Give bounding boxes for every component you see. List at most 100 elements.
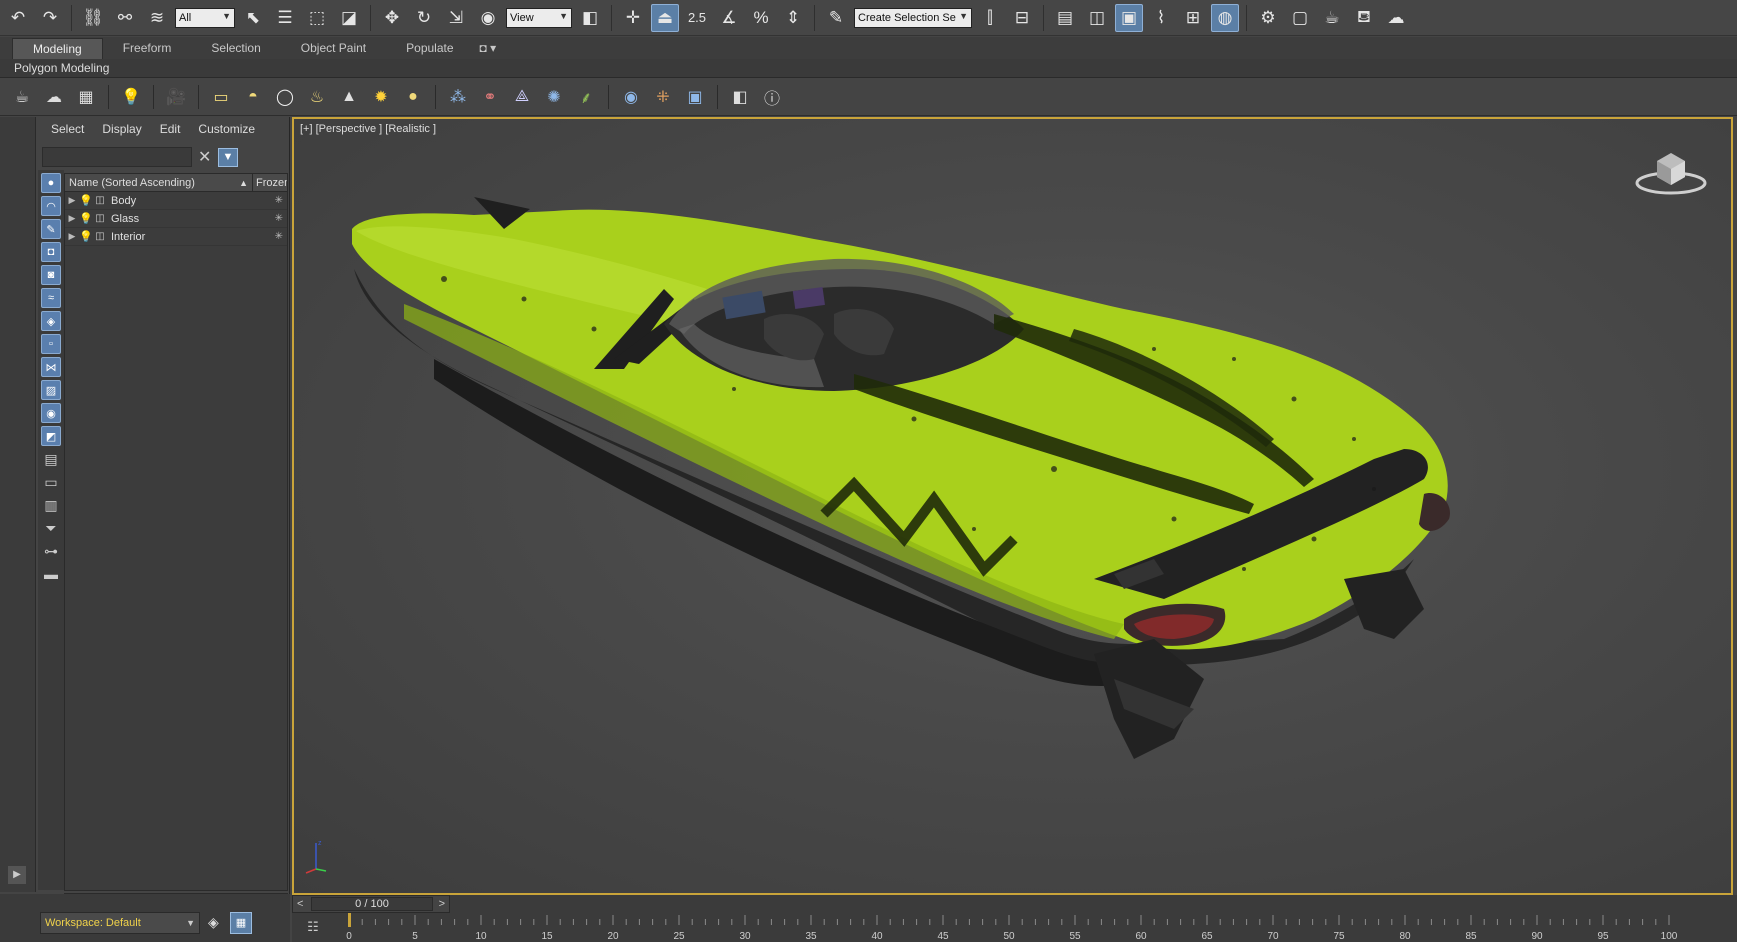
light-bulb-icon[interactable]: 💡 xyxy=(79,194,93,207)
frame-counter[interactable]: 0 / 100 xyxy=(311,897,433,911)
link-icon[interactable]: ⛓ xyxy=(79,4,107,32)
fluids-icon[interactable]: ✺ xyxy=(540,83,568,111)
tab-freeform[interactable]: Freeform xyxy=(103,38,192,58)
window-crossing-icon[interactable]: ◪ xyxy=(335,4,363,32)
material-map-icon[interactable]: ⁜ xyxy=(649,83,677,111)
schematic-view-icon[interactable]: ⊞ xyxy=(1179,4,1207,32)
display-helpers-icon[interactable]: ◙ xyxy=(41,265,61,285)
frozen-column-header[interactable]: Frozen xyxy=(253,174,287,191)
display-frozen-icon[interactable]: ◉ xyxy=(41,403,61,423)
unlink-icon[interactable]: ⚯ xyxy=(111,4,139,32)
perspective-viewport[interactable]: [+] [Perspective ] [Realistic ] z xyxy=(292,117,1733,895)
ribbon-options-icon[interactable]: ◘ ▾ xyxy=(474,38,503,58)
freeze-icon[interactable]: ✳ xyxy=(253,231,287,242)
light-icon[interactable]: 💡 xyxy=(117,83,145,111)
render-setup-icon[interactable]: ⚙ xyxy=(1254,4,1282,32)
clear-search-icon[interactable]: ✕ xyxy=(198,147,211,167)
sun-icon[interactable]: ✹ xyxy=(367,83,395,111)
time-slider[interactable]: < 0 / 100 > xyxy=(292,895,450,913)
display-lights-icon[interactable]: ✎ xyxy=(41,219,61,239)
freeze-icon[interactable]: ✳ xyxy=(253,195,287,206)
hair-icon[interactable]: ⸙ xyxy=(572,83,600,111)
display-cameras-icon[interactable]: ◘ xyxy=(41,242,61,262)
edit-named-selection-icon[interactable]: ✎ xyxy=(822,4,850,32)
particles-icon[interactable]: ⁂ xyxy=(444,83,472,111)
workspace-dropdown[interactable]: Workspace: Default ▼ xyxy=(40,912,200,934)
angle-snap-icon[interactable]: ∡ xyxy=(715,4,743,32)
display-containers-icon[interactable]: ▨ xyxy=(41,380,61,400)
expand-arrow-icon[interactable]: ▶ xyxy=(8,866,26,884)
filter-funnel-icon[interactable]: ⏷ xyxy=(41,518,61,538)
render-cloud-icon[interactable]: ☁ xyxy=(1382,4,1410,32)
keyboard-shortcut-override-icon[interactable]: ⏏ xyxy=(651,3,679,32)
display-bones-icon[interactable]: ⋈ xyxy=(41,357,61,377)
rotate-icon[interactable]: ↻ xyxy=(410,4,438,32)
menu-display[interactable]: Display xyxy=(93,118,150,140)
tab-populate[interactable]: Populate xyxy=(386,38,473,58)
display-xrefs-icon[interactable]: ▫ xyxy=(41,334,61,354)
prev-frame-icon[interactable]: < xyxy=(297,898,303,910)
curve-editor-icon[interactable]: ⌇ xyxy=(1147,4,1175,32)
cone-icon[interactable]: ▲ xyxy=(335,83,363,111)
expand-icon[interactable]: ▶ xyxy=(65,213,79,224)
hemisphere-icon[interactable]: ◓ xyxy=(239,83,267,111)
undo-icon[interactable]: ↶ xyxy=(4,4,32,32)
disc-icon[interactable]: ● xyxy=(399,83,427,111)
name-column-header[interactable]: Name (Sorted Ascending) ▲ xyxy=(65,174,253,191)
mirror-icon[interactable]: ⫿ xyxy=(976,4,1004,32)
dynamics-icon[interactable]: ⚭ xyxy=(476,83,504,111)
expand-icon[interactable]: ▶ xyxy=(65,231,79,242)
next-frame-icon[interactable]: > xyxy=(439,898,445,910)
display-groups-icon[interactable]: ◈ xyxy=(41,311,61,331)
light-bulb-icon[interactable]: 💡 xyxy=(79,230,93,243)
rendered-frame-window-icon[interactable]: ▢ xyxy=(1286,4,1314,32)
material-editor-icon[interactable]: ◍ xyxy=(1211,3,1239,32)
viewcube[interactable] xyxy=(1631,141,1711,201)
display-none-icon[interactable]: ▭ xyxy=(41,472,61,492)
bind-space-warp-icon[interactable]: ≋ xyxy=(143,4,171,32)
tab-modeling[interactable]: Modeling xyxy=(12,37,103,59)
rect-selection-icon[interactable]: ⬚ xyxy=(303,4,331,32)
display-shapes-icon[interactable]: ◠ xyxy=(41,196,61,216)
help-icon[interactable]: ⓘ xyxy=(758,83,786,111)
spinner-snap-icon[interactable]: ⇕ xyxy=(779,4,807,32)
snaps-toggle-icon[interactable]: 2.5 xyxy=(683,4,711,32)
teapot-primitive-icon[interactable]: ♨ xyxy=(303,83,331,111)
current-frame-marker[interactable] xyxy=(348,913,351,927)
ribbon-panel-title[interactable]: Polygon Modeling xyxy=(0,59,1737,78)
display-all-icon[interactable]: ▤ xyxy=(41,449,61,469)
explorer-search-input[interactable] xyxy=(42,147,192,167)
selection-filter-dropdown[interactable]: All ▼ xyxy=(175,7,235,28)
pivot-icon[interactable]: ◧ xyxy=(576,4,604,32)
cloud-icon[interactable]: ☁ xyxy=(40,83,68,111)
box-icon[interactable]: ▭ xyxy=(207,83,235,111)
move-icon[interactable]: ✥ xyxy=(378,4,406,32)
table-row[interactable]: ▶ 💡 ◫ Body ✳ xyxy=(65,192,287,210)
expand-icon[interactable]: ▶ xyxy=(65,195,79,206)
named-selection-dropdown[interactable]: Create Selection Se ▼ xyxy=(854,7,972,28)
display-invert-icon[interactable]: ▥ xyxy=(41,495,61,515)
layer-sort-icon[interactable]: ▬ xyxy=(41,564,61,584)
scene-explorer-icon[interactable]: ▤ xyxy=(1051,4,1079,32)
place-icon[interactable]: ◉ xyxy=(474,4,502,32)
layer-explorer-icon[interactable]: ◫ xyxy=(1083,4,1111,32)
display-spacewarps-icon[interactable]: ≈ xyxy=(41,288,61,308)
track-bar-icon[interactable]: ☷ xyxy=(300,915,326,939)
layers-icon[interactable]: ◈ xyxy=(208,914,219,931)
scale-icon[interactable]: ⇲ xyxy=(442,4,470,32)
teapot-icon[interactable]: ☕ xyxy=(8,83,36,111)
menu-customize[interactable]: Customize xyxy=(189,118,264,140)
display-geometry-icon[interactable]: ● xyxy=(41,173,61,193)
timeline-ruler[interactable]: 0 5 10 15 20 25 30 35 40 45 50 55 60 65 70 75 80 85 90 95 10… xyxy=(344,913,1684,942)
utility-icon[interactable]: ◧ xyxy=(726,83,754,111)
hierarchy-icon[interactable]: ⊶ xyxy=(41,541,61,561)
menu-edit[interactable]: Edit xyxy=(151,118,190,140)
light-bulb-icon[interactable]: 💡 xyxy=(79,212,93,225)
percent-snap-icon[interactable]: % xyxy=(747,4,775,32)
freeze-icon[interactable]: ✳ xyxy=(253,213,287,224)
table-row[interactable]: ▶ 💡 ◫ Glass ✳ xyxy=(65,210,287,228)
material-sphere-icon[interactable]: ◉ xyxy=(617,83,645,111)
align-icon[interactable]: ⊟ xyxy=(1008,4,1036,32)
manipulate-icon[interactable]: ✛ xyxy=(619,4,647,32)
filter-icon[interactable]: ▼ xyxy=(218,148,238,167)
